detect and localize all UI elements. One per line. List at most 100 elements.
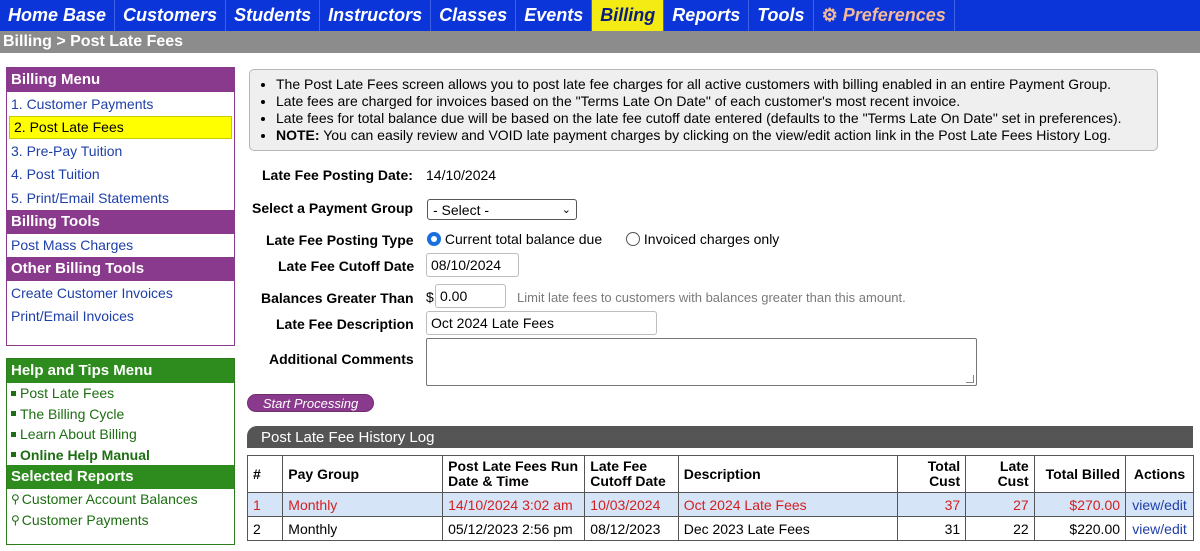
help-link-label: The Billing Cycle (20, 405, 125, 422)
history-log-header: Post Late Fee History Log (247, 426, 1193, 448)
nav-preferences[interactable]: ⚙ Preferences (814, 0, 955, 31)
billing-tools-title: Billing Tools (7, 209, 234, 234)
help-menu: Help and Tips Menu Post Late Fees The Bi… (6, 358, 235, 545)
posting-date-label: Late Fee Posting Date: (262, 167, 413, 183)
cell-late-cust: 22 (965, 516, 1035, 541)
info-line: The Post Late Fees screen allows you to … (276, 76, 1151, 93)
comments-textarea[interactable] (426, 338, 977, 386)
col-total-cust: Total Cust (896, 455, 967, 493)
col-num: # (246, 455, 284, 493)
report-customer-account-balances[interactable]: ⚲ Customer Account Balances (7, 489, 234, 510)
cutoff-date-label: Late Fee Cutoff Date (278, 258, 415, 274)
nav-tools[interactable]: Tools (749, 0, 814, 31)
cell-num: 2 (246, 516, 284, 541)
menu-post-late-fees[interactable]: 2. Post Late Fees (9, 115, 232, 139)
help-post-late-fees[interactable]: Post Late Fees (7, 383, 234, 404)
help-link-label: Post Late Fees (20, 385, 115, 402)
help-online-manual[interactable]: Online Help Manual (7, 445, 234, 466)
link-icon: ⚲ (11, 492, 20, 507)
help-link-label: Online Help Manual (20, 446, 150, 463)
info-box: The Post Late Fees screen allows you to … (249, 69, 1158, 151)
report-link-label: Customer Payments (21, 511, 149, 528)
menu-pre-pay-tuition[interactable]: 3. Pre-Pay Tuition (7, 139, 234, 163)
help-link-label: Learn About Billing (20, 426, 137, 443)
billing-menu: Billing Menu 1. Customer Payments 2. Pos… (6, 67, 235, 346)
cell-total-cust: 31 (896, 516, 967, 541)
posting-date-value: 14/10/2024 (426, 167, 497, 183)
view-edit-link[interactable]: view/edit (1132, 521, 1186, 537)
nav-instructors[interactable]: Instructors (320, 0, 432, 31)
bullet-icon (11, 390, 16, 396)
col-run-date: Post Late Fees Run Date & Time (442, 455, 586, 493)
info-line: Late fees are charged for invoices based… (276, 93, 1151, 110)
nav-reports[interactable]: Reports (664, 0, 750, 31)
menu-print-email-statements[interactable]: 5. Print/Email Statements (7, 186, 234, 210)
currency-symbol: $ (426, 289, 434, 305)
other-billing-tools-title: Other Billing Tools (7, 257, 234, 281)
col-actions: Actions (1125, 455, 1194, 493)
help-learn-billing[interactable]: Learn About Billing (7, 424, 234, 445)
radio-label: Invoiced charges only (643, 231, 780, 247)
info-note: NOTE: You can easily review and VOID lat… (276, 127, 1151, 144)
note-label: NOTE: (276, 127, 320, 143)
radio-selected-icon[interactable] (427, 232, 441, 246)
top-nav: Home Base Customers Students Instructors… (0, 0, 1200, 31)
cell-pay-group: Monthly (282, 516, 444, 541)
link-icon: ⚲ (11, 512, 20, 527)
payment-group-label: Select a Payment Group (252, 200, 414, 216)
info-line: Late fees for total balance due will be … (276, 110, 1151, 127)
cell-run-date: 14/10/2024 3:02 am (442, 492, 586, 517)
col-description: Description (677, 455, 898, 493)
col-cutoff-date: Late Fee Cutoff Date (584, 455, 679, 493)
chevron-down-icon: ⌄ (561, 204, 571, 216)
table-row: 2 Monthly 05/12/2023 2:56 pm 08/12/2023 … (246, 516, 1194, 541)
resize-grip-icon[interactable] (966, 375, 974, 383)
cell-num: 1 (246, 492, 284, 517)
cell-actions: view/edit (1125, 492, 1194, 517)
help-menu-title: Help and Tips Menu (7, 359, 234, 383)
balances-input[interactable] (435, 284, 506, 308)
cell-late-cust: 27 (965, 492, 1035, 517)
radio-unselected-icon[interactable] (626, 232, 640, 246)
description-input[interactable] (426, 311, 657, 335)
cell-description: Oct 2024 Late Fees (677, 492, 898, 517)
selected-reports-title: Selected Reports (7, 465, 234, 489)
nav-customers[interactable]: Customers (115, 0, 227, 31)
nav-billing[interactable]: Billing (592, 0, 665, 31)
menu-create-customer-invoices[interactable]: Create Customer Invoices (7, 281, 234, 305)
radio-label: Current total balance due (444, 231, 603, 247)
menu-post-tuition[interactable]: 4. Post Tuition (7, 163, 234, 187)
cell-pay-group: Monthly (282, 492, 444, 517)
history-log-table: # Pay Group Post Late Fees Run Date & Ti… (246, 455, 1194, 541)
start-processing-button[interactable]: Start Processing (247, 394, 374, 412)
table-row: 1 Monthly 14/10/2024 3:02 am 10/03/2024 … (246, 492, 1194, 517)
nav-preferences-label: Preferences (842, 5, 946, 25)
balances-hint: Limit late fees to customers with balanc… (517, 290, 906, 305)
bullet-icon (11, 431, 16, 437)
nav-home-base[interactable]: Home Base (0, 0, 116, 31)
help-billing-cycle[interactable]: The Billing Cycle (7, 404, 234, 425)
cell-actions: view/edit (1125, 516, 1194, 541)
cell-total-billed: $220.00 (1033, 516, 1127, 541)
report-customer-payments[interactable]: ⚲ Customer Payments (7, 510, 234, 531)
posting-type-option-invoiced[interactable]: Invoiced charges only (626, 231, 779, 247)
view-edit-link[interactable]: view/edit (1132, 497, 1186, 513)
nav-students[interactable]: Students (226, 0, 321, 31)
menu-print-email-invoices[interactable]: Print/Email Invoices (7, 305, 234, 329)
col-pay-group: Pay Group (282, 455, 444, 493)
col-late-cust: Late Cust (965, 455, 1035, 493)
nav-events[interactable]: Events (516, 0, 593, 31)
posting-type-option-current[interactable]: Current total balance due (427, 231, 602, 247)
menu-post-mass-charges[interactable]: Post Mass Charges (7, 234, 234, 258)
menu-customer-payments[interactable]: 1. Customer Payments (7, 92, 234, 116)
cell-total-billed: $270.00 (1033, 492, 1127, 517)
nav-classes[interactable]: Classes (431, 0, 517, 31)
payment-group-value: - Select - (433, 201, 490, 218)
posting-type-label: Late Fee Posting Type (266, 232, 414, 248)
cell-description: Dec 2023 Late Fees (677, 516, 898, 541)
report-link-label: Customer Account Balances (21, 491, 198, 508)
description-label: Late Fee Description (276, 316, 414, 332)
cutoff-date-input[interactable] (426, 253, 519, 277)
payment-group-select[interactable]: - Select - ⌄ (427, 199, 577, 220)
gear-icon: ⚙ (821, 5, 838, 25)
